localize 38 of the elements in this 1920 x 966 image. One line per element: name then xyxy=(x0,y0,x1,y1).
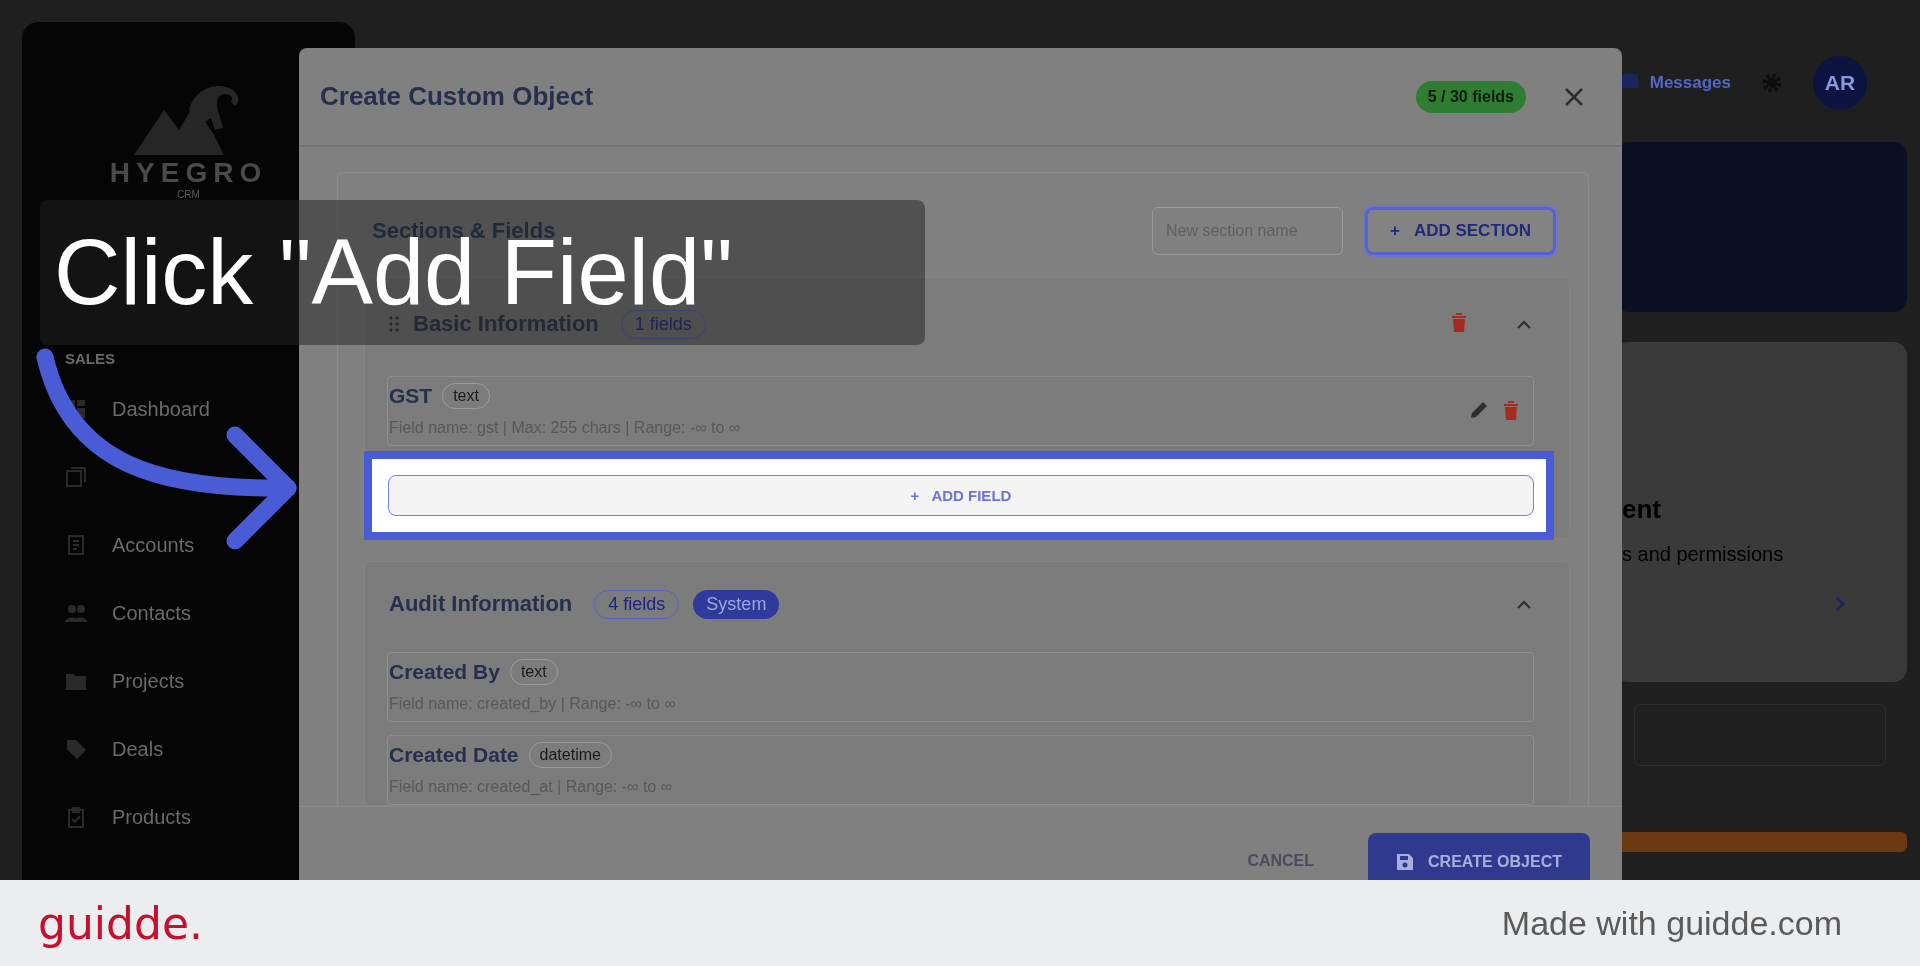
copy-icon[interactable] xyxy=(65,466,87,488)
close-icon[interactable] xyxy=(1564,86,1584,107)
add-section-button[interactable]: + ADD SECTION xyxy=(1364,207,1556,255)
create-object-button[interactable]: CREATE OBJECT xyxy=(1368,833,1590,880)
footer-note: Made with guidde.com xyxy=(1501,903,1842,943)
add-field-button[interactable]: + ADD FIELD xyxy=(388,475,1534,516)
tag-icon[interactable] xyxy=(65,738,87,760)
pencil-icon[interactable] xyxy=(1469,400,1489,420)
people-icon[interactable] xyxy=(65,602,87,624)
field-count-badge: 5 / 30 fields xyxy=(1415,80,1526,113)
trash-icon[interactable] xyxy=(1503,400,1519,420)
nav-group-label: SALES xyxy=(65,350,116,367)
save-icon xyxy=(1396,853,1415,871)
field-label: Created By xyxy=(389,660,500,684)
logo-tagline: CRM xyxy=(177,189,200,200)
card-description: s and permissions xyxy=(1622,543,1785,566)
field-label: Created Date xyxy=(389,743,519,767)
chevron-up-icon[interactable] xyxy=(1517,599,1531,609)
clipboard-check-icon[interactable] xyxy=(65,806,87,828)
nav-item[interactable]: Contacts xyxy=(112,601,191,625)
nav-item[interactable]: Deals xyxy=(112,737,164,761)
logo-wordmark: HYEGRO xyxy=(109,157,268,189)
nav-item[interactable]: Projects xyxy=(112,669,185,693)
nav-item[interactable]: Accounts xyxy=(112,533,195,557)
footer-logo[interactable]: guidde. xyxy=(38,897,203,949)
nav-item[interactable]: Products xyxy=(112,805,191,829)
dialog-title: Create Custom Object xyxy=(320,81,595,112)
drag-handle-icon[interactable] xyxy=(389,316,399,332)
chevron-right-icon[interactable] xyxy=(1835,596,1845,612)
trash-icon[interactable] xyxy=(1451,312,1467,332)
document-icon[interactable] xyxy=(65,534,87,556)
user-avatar[interactable]: AR xyxy=(1813,56,1867,110)
chevron-up-icon[interactable] xyxy=(1517,319,1531,329)
field-label: GST xyxy=(389,384,433,408)
card-heading: ent xyxy=(1622,494,1662,525)
nav-item[interactable]: Dashboard xyxy=(112,397,210,421)
section-title: Audit Information xyxy=(389,591,573,617)
system-badge: System xyxy=(693,589,780,619)
